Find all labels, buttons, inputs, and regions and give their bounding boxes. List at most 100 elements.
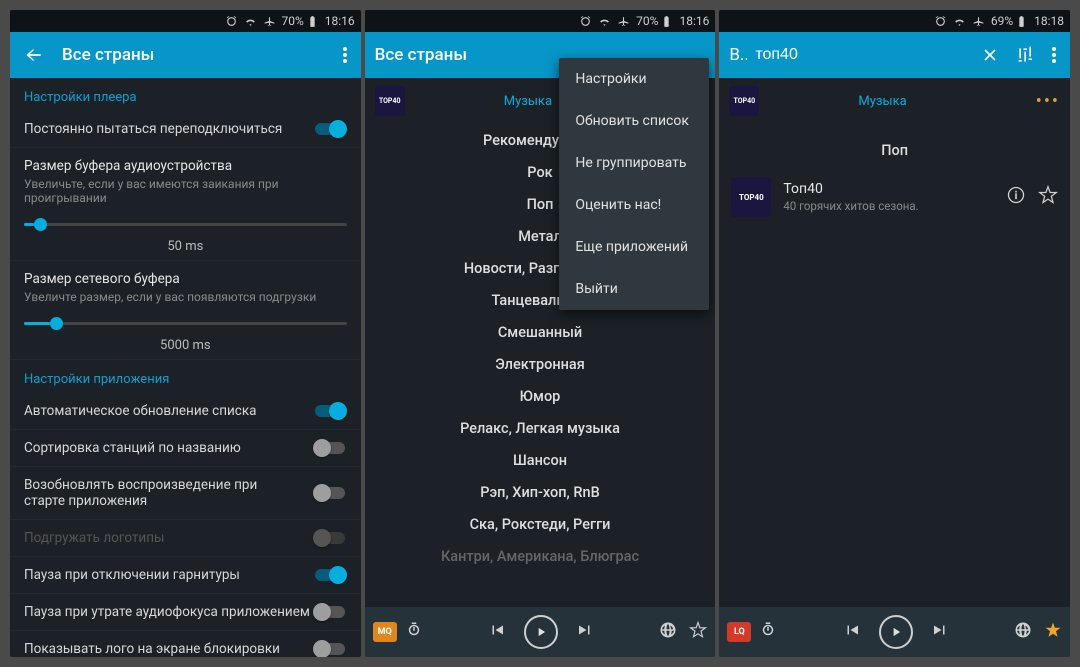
row-pause-focus[interactable]: Пауза при утрате аудиофокуса приложением: [10, 594, 361, 631]
menu-item-settings[interactable]: Настройки: [559, 58, 709, 100]
screen-settings: 70% 18:16 Все страны Настройки плеера По…: [10, 10, 361, 657]
star-icon[interactable]: [1038, 185, 1058, 209]
slider-net-buffer[interactable]: [24, 314, 347, 334]
menu-item-rate[interactable]: Оценить нас!: [559, 184, 709, 226]
clear-search-button[interactable]: [976, 41, 1004, 69]
category-item[interactable]: Юмор: [520, 380, 561, 412]
next-button[interactable]: [576, 621, 594, 643]
category-item[interactable]: Рэп, Хип-хоп, RnB: [480, 476, 600, 508]
toggle-reconnect[interactable]: [313, 120, 347, 138]
status-time: 18:16: [325, 14, 355, 28]
category-item[interactable]: Метал: [518, 220, 562, 252]
category-item[interactable]: Электронная: [495, 348, 585, 380]
toggle-loadlogos: [313, 529, 347, 547]
row-resume[interactable]: Возобновлять воспроизведение при старте …: [10, 467, 361, 520]
category-item[interactable]: Смешанный: [498, 316, 582, 348]
play-button[interactable]: [879, 615, 913, 649]
toggle-pause-focus[interactable]: [313, 603, 347, 621]
category-item[interactable]: Поп: [527, 188, 554, 220]
appbar-title-truncated: В...: [729, 45, 747, 65]
play-button[interactable]: [524, 615, 558, 649]
toggle-autoupdate[interactable]: [313, 402, 347, 420]
equalizer-icon[interactable]: [1012, 41, 1040, 69]
globe-icon[interactable]: [659, 621, 677, 643]
prev-button[interactable]: [488, 621, 506, 643]
station-row[interactable]: TOP40 Топ40 40 горячих хитов сезона.: [719, 169, 1070, 225]
wifi-icon: [598, 15, 611, 28]
group-header[interactable]: TOP40 Музыка •••: [719, 78, 1070, 124]
status-bar: 70% 18:16: [365, 10, 716, 32]
quality-badge[interactable]: MQ: [373, 622, 397, 642]
appbar: В...: [719, 32, 1070, 78]
row-lockscreen[interactable]: Показывать лого на экране блокировки: [10, 631, 361, 657]
status-time: 18:18: [1034, 14, 1064, 28]
airplane-icon: [972, 15, 985, 28]
quality-badge[interactable]: LQ: [727, 622, 751, 642]
category-item[interactable]: Кантри, Американа, Блюграс: [441, 540, 639, 572]
toggle-lockscreen[interactable]: [313, 640, 347, 657]
group-title: Музыка: [759, 94, 1035, 109]
search-input[interactable]: [755, 46, 968, 64]
timer-icon[interactable]: [759, 621, 777, 643]
appbar-title: Все страны: [62, 45, 325, 65]
menu-item-moreapps[interactable]: Еще приложений: [559, 226, 709, 268]
toggle-sort[interactable]: [313, 439, 347, 457]
wifi-icon: [244, 15, 257, 28]
station-title: Топ40: [783, 181, 994, 197]
category-item[interactable]: Релакс, Легкая музыка: [460, 412, 620, 444]
row-autoupdate[interactable]: Автоматическое обновление списка: [10, 393, 361, 430]
overflow-menu: Настройки Обновить список Не группироват…: [559, 58, 709, 310]
section-header-player: Настройки плеера: [10, 78, 361, 111]
row-audio-buffer[interactable]: Размер буфера аудиоустройства Увеличьте,…: [10, 148, 361, 261]
battery-icon: [660, 15, 673, 28]
result-category-header: Поп: [719, 124, 1070, 169]
globe-icon[interactable]: [1014, 621, 1032, 643]
menu-item-refresh[interactable]: Обновить список: [559, 100, 709, 142]
row-net-buffer[interactable]: Размер сетевого буфера Увеличте размер, …: [10, 261, 361, 360]
overflow-menu-button[interactable]: [1048, 43, 1060, 67]
settings-list[interactable]: Настройки плеера Постоянно пытаться пере…: [10, 78, 361, 657]
row-pause-headset[interactable]: Пауза при отключении гарнитуры: [10, 557, 361, 594]
row-reconnect[interactable]: Постоянно пытаться переподключиться: [10, 111, 361, 148]
category-item[interactable]: Рок: [527, 156, 552, 188]
status-bar: 69% 18:18: [719, 10, 1070, 32]
star-icon[interactable]: [1044, 621, 1062, 643]
airplane-icon: [617, 15, 630, 28]
screen-categories: 70% 18:16 Все страны TOP40 Музыка ••• Ре…: [365, 10, 716, 657]
menu-item-exit[interactable]: Выйти: [559, 268, 709, 310]
back-button[interactable]: [20, 41, 48, 69]
alarm-icon: [579, 15, 592, 28]
status-time: 18:16: [679, 14, 709, 28]
station-logo: TOP40: [731, 177, 771, 217]
menu-item-ungroup[interactable]: Не группировать: [559, 142, 709, 184]
player-bar: MQ: [365, 607, 716, 657]
info-icon[interactable]: [1006, 185, 1026, 209]
player-bar: LQ: [719, 607, 1070, 657]
category-item[interactable]: Ска, Рокстеди, Регги: [470, 508, 611, 540]
battery-icon: [1015, 15, 1028, 28]
appbar: Все страны: [10, 32, 361, 78]
toggle-pause-headset[interactable]: [313, 566, 347, 584]
alarm-icon: [225, 15, 238, 28]
toggle-resume[interactable]: [313, 484, 347, 502]
screen-search: 69% 18:18 В... TOP40 Музыка ••• Поп TOP4…: [719, 10, 1070, 657]
prev-button[interactable]: [843, 621, 861, 643]
battery-indicator: 70%: [282, 14, 319, 28]
wifi-icon: [953, 15, 966, 28]
section-header-app: Настройки приложения: [10, 360, 361, 393]
next-button[interactable]: [931, 621, 949, 643]
timer-icon[interactable]: [405, 621, 423, 643]
battery-icon: [306, 15, 319, 28]
row-sort[interactable]: Сортировка станций по названию: [10, 430, 361, 467]
category-item[interactable]: Шансон: [513, 444, 567, 476]
overflow-menu-button[interactable]: [339, 43, 351, 67]
airplane-icon: [263, 15, 276, 28]
row-loadlogos: Подгружать логотипы: [10, 520, 361, 557]
star-icon[interactable]: [689, 621, 707, 643]
group-logo: TOP40: [729, 86, 759, 116]
status-bar: 70% 18:16: [10, 10, 361, 32]
slider-audio-buffer[interactable]: [24, 215, 347, 235]
alarm-icon: [934, 15, 947, 28]
group-more-icon[interactable]: •••: [1036, 91, 1060, 112]
station-subtitle: 40 горячих хитов сезона.: [783, 199, 994, 213]
